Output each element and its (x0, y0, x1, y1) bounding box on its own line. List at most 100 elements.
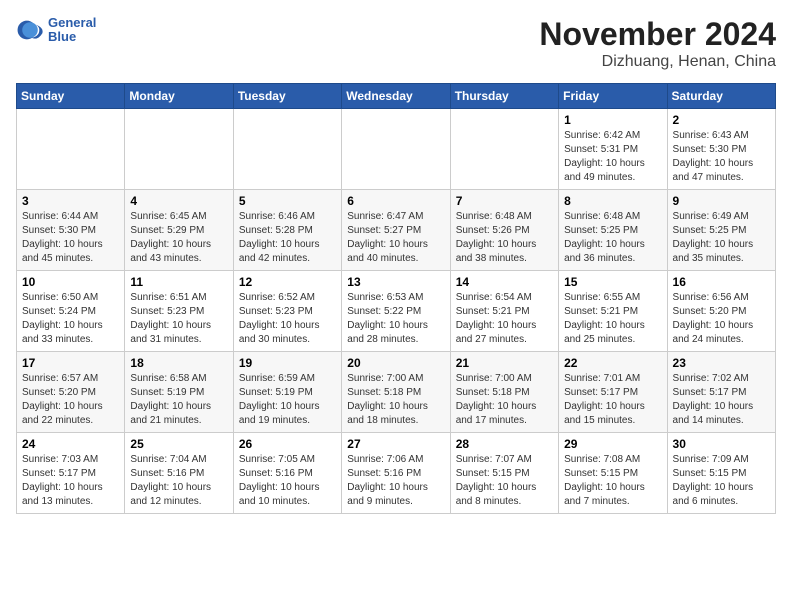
calendar-week-row: 24Sunrise: 7:03 AM Sunset: 5:17 PM Dayli… (17, 433, 776, 514)
calendar-cell: 21 Sunrise: 7:00 AM Sunset: 5:18 PM Dayli… (450, 352, 558, 433)
logo-text: General Blue (48, 16, 96, 45)
calendar-cell (342, 109, 450, 190)
day-number: 22 (564, 356, 661, 370)
day-number: 14 (456, 275, 553, 289)
calendar-cell: 14 Sunrise: 6:54 AM Sunset: 5:21 PM Dayli… (450, 271, 558, 352)
calendar-table: SundayMondayTuesdayWednesdayThursdayFrid… (16, 83, 776, 514)
day-info: Sunrise: 6:58 AM Sunset: 5:19 PM Dayligh… (130, 372, 227, 428)
day-number: 9 (673, 194, 770, 208)
calendar-cell: 9 Sunrise: 6:49 AM Sunset: 5:25 PM Daylig… (667, 190, 775, 271)
day-number: 3 (22, 194, 119, 208)
day-info: Sunrise: 7:07 AM Sunset: 5:15 PM Dayligh… (456, 453, 553, 509)
calendar-cell: 19Sunrise: 6:59 AM Sunset: 5:19 PM Dayli… (233, 352, 341, 433)
calendar-cell (17, 109, 125, 190)
logo-line2: Blue (48, 30, 96, 44)
day-number: 15 (564, 275, 661, 289)
calendar-cell: 30Sunrise: 7:09 AM Sunset: 5:15 PM Dayli… (667, 433, 775, 514)
calendar-cell: 29Sunrise: 7:08 AM Sunset: 5:15 PM Dayli… (559, 433, 667, 514)
calendar-cell: 28Sunrise: 7:07 AM Sunset: 5:15 PM Dayli… (450, 433, 558, 514)
day-number: 5 (239, 194, 336, 208)
weekday-header: Wednesday (342, 84, 450, 109)
calendar-cell: 23 Sunrise: 7:02 AM Sunset: 5:17 PM Dayli… (667, 352, 775, 433)
calendar-cell: 13 Sunrise: 6:53 AM Sunset: 5:22 PM Dayli… (342, 271, 450, 352)
calendar-cell: 2Sunrise: 6:43 AM Sunset: 5:30 PM Daylig… (667, 109, 775, 190)
calendar-cell: 3Sunrise: 6:44 AM Sunset: 5:30 PM Daylig… (17, 190, 125, 271)
logo-line1: General (48, 16, 96, 30)
day-number: 8 (564, 194, 661, 208)
day-info: Sunrise: 6:52 AM Sunset: 5:23 PM Dayligh… (239, 291, 336, 347)
day-info: Sunrise: 6:56 AM Sunset: 5:20 PM Dayligh… (673, 291, 770, 347)
title-area: November 2024 Dizhuang, Henan, China (539, 16, 776, 71)
calendar-cell: 5 Sunrise: 6:46 AM Sunset: 5:28 PM Daylig… (233, 190, 341, 271)
calendar-week-row: 1 Sunrise: 6:42 AM Sunset: 5:31 PM Daylig… (17, 109, 776, 190)
day-info: Sunrise: 6:43 AM Sunset: 5:30 PM Dayligh… (673, 129, 770, 185)
day-number: 11 (130, 275, 227, 289)
day-info: Sunrise: 6:57 AM Sunset: 5:20 PM Dayligh… (22, 372, 119, 428)
day-info: Sunrise: 7:04 AM Sunset: 5:16 PM Dayligh… (130, 453, 227, 509)
weekday-header: Sunday (17, 84, 125, 109)
calendar-cell: 24Sunrise: 7:03 AM Sunset: 5:17 PM Dayli… (17, 433, 125, 514)
day-number: 23 (673, 356, 770, 370)
day-info: Sunrise: 6:59 AM Sunset: 5:19 PM Dayligh… (239, 372, 336, 428)
day-info: Sunrise: 6:42 AM Sunset: 5:31 PM Dayligh… (564, 129, 661, 185)
weekday-header: Friday (559, 84, 667, 109)
day-info: Sunrise: 7:00 AM Sunset: 5:18 PM Dayligh… (347, 372, 444, 428)
day-info: Sunrise: 7:08 AM Sunset: 5:15 PM Dayligh… (564, 453, 661, 509)
day-info: Sunrise: 6:48 AM Sunset: 5:26 PM Dayligh… (456, 210, 553, 266)
day-number: 21 (456, 356, 553, 370)
calendar-cell: 16 Sunrise: 6:56 AM Sunset: 5:20 PM Dayli… (667, 271, 775, 352)
day-number: 10 (22, 275, 119, 289)
day-number: 17 (22, 356, 119, 370)
day-info: Sunrise: 6:47 AM Sunset: 5:27 PM Dayligh… (347, 210, 444, 266)
day-info: Sunrise: 6:49 AM Sunset: 5:25 PM Dayligh… (673, 210, 770, 266)
calendar-cell (450, 109, 558, 190)
day-info: Sunrise: 6:55 AM Sunset: 5:21 PM Dayligh… (564, 291, 661, 347)
day-info: Sunrise: 6:51 AM Sunset: 5:23 PM Dayligh… (130, 291, 227, 347)
calendar-cell: 7 Sunrise: 6:48 AM Sunset: 5:26 PM Daylig… (450, 190, 558, 271)
day-number: 4 (130, 194, 227, 208)
day-number: 13 (347, 275, 444, 289)
calendar-cell: 12 Sunrise: 6:52 AM Sunset: 5:23 PM Dayli… (233, 271, 341, 352)
day-info: Sunrise: 7:01 AM Sunset: 5:17 PM Dayligh… (564, 372, 661, 428)
calendar-cell: 22 Sunrise: 7:01 AM Sunset: 5:17 PM Dayli… (559, 352, 667, 433)
calendar-cell: 15 Sunrise: 6:55 AM Sunset: 5:21 PM Dayli… (559, 271, 667, 352)
calendar-cell: 20 Sunrise: 7:00 AM Sunset: 5:18 PM Dayli… (342, 352, 450, 433)
day-number: 1 (564, 113, 661, 127)
day-info: Sunrise: 7:02 AM Sunset: 5:17 PM Dayligh… (673, 372, 770, 428)
calendar-week-row: 10 Sunrise: 6:50 AM Sunset: 5:24 PM Dayli… (17, 271, 776, 352)
day-info: Sunrise: 7:05 AM Sunset: 5:16 PM Dayligh… (239, 453, 336, 509)
day-number: 16 (673, 275, 770, 289)
day-number: 18 (130, 356, 227, 370)
location: Dizhuang, Henan, China (539, 53, 776, 71)
month-title: November 2024 (539, 16, 776, 53)
day-number: 20 (347, 356, 444, 370)
day-number: 12 (239, 275, 336, 289)
logo: General Blue (16, 16, 96, 45)
weekday-header: Monday (125, 84, 233, 109)
page-header: General Blue November 2024 Dizhuang, Hen… (16, 16, 776, 71)
day-info: Sunrise: 6:45 AM Sunset: 5:29 PM Dayligh… (130, 210, 227, 266)
day-number: 7 (456, 194, 553, 208)
weekday-header: Tuesday (233, 84, 341, 109)
day-number: 25 (130, 437, 227, 451)
logo-icon (16, 16, 44, 44)
calendar-cell: 1 Sunrise: 6:42 AM Sunset: 5:31 PM Daylig… (559, 109, 667, 190)
day-number: 30 (673, 437, 770, 451)
calendar-cell: 17 Sunrise: 6:57 AM Sunset: 5:20 PM Dayli… (17, 352, 125, 433)
day-info: Sunrise: 6:46 AM Sunset: 5:28 PM Dayligh… (239, 210, 336, 266)
calendar-cell: 10 Sunrise: 6:50 AM Sunset: 5:24 PM Dayli… (17, 271, 125, 352)
day-info: Sunrise: 6:50 AM Sunset: 5:24 PM Dayligh… (22, 291, 119, 347)
day-info: Sunrise: 6:54 AM Sunset: 5:21 PM Dayligh… (456, 291, 553, 347)
calendar-cell: 26 Sunrise: 7:05 AM Sunset: 5:16 PM Dayli… (233, 433, 341, 514)
day-info: Sunrise: 7:00 AM Sunset: 5:18 PM Dayligh… (456, 372, 553, 428)
day-number: 24 (22, 437, 119, 451)
weekday-header: Thursday (450, 84, 558, 109)
calendar-cell (233, 109, 341, 190)
weekday-header-row: SundayMondayTuesdayWednesdayThursdayFrid… (17, 84, 776, 109)
calendar-week-row: 3Sunrise: 6:44 AM Sunset: 5:30 PM Daylig… (17, 190, 776, 271)
day-info: Sunrise: 6:53 AM Sunset: 5:22 PM Dayligh… (347, 291, 444, 347)
day-number: 26 (239, 437, 336, 451)
day-info: Sunrise: 7:06 AM Sunset: 5:16 PM Dayligh… (347, 453, 444, 509)
calendar-cell: 25 Sunrise: 7:04 AM Sunset: 5:16 PM Dayli… (125, 433, 233, 514)
calendar-cell: 18 Sunrise: 6:58 AM Sunset: 5:19 PM Dayli… (125, 352, 233, 433)
